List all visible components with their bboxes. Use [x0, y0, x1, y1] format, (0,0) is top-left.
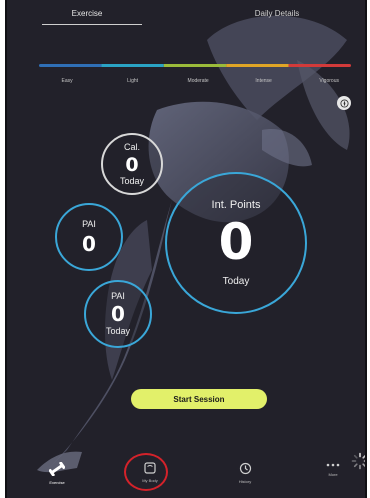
compass-glyph-icon	[339, 98, 349, 108]
intensity-label-light: Light	[127, 78, 139, 84]
intensity-segment-easy	[39, 64, 102, 67]
nav-label-history: History	[238, 479, 252, 484]
calories-value: 0	[125, 153, 139, 176]
pai-today-value: 0	[111, 302, 125, 326]
intensity-segment-vigorous	[288, 64, 351, 67]
calories-period: Today	[119, 175, 145, 186]
nav-item-history[interactable]: History	[215, 462, 275, 484]
int-points-title: Int. Points	[211, 198, 261, 211]
loading-spinner-icon	[351, 452, 365, 470]
int-points-circle: Int. Points 0 Today	[165, 172, 307, 314]
calories-title: Cal.	[123, 141, 140, 152]
pai-today-title: PAI	[111, 291, 125, 301]
history-clock-icon	[239, 462, 251, 475]
start-session-button[interactable]: Start Session	[131, 389, 267, 409]
intensity-label-moderate: Moderate	[187, 78, 209, 84]
tab-exercise[interactable]: Exercise	[37, 9, 137, 18]
nav-label-more: More	[328, 472, 338, 477]
intensity-segment-moderate	[163, 64, 227, 67]
intensity-scale-bar	[39, 64, 351, 67]
int-points-period: Today	[222, 275, 250, 287]
active-tab-indicator	[42, 24, 142, 25]
nav-item-exercise[interactable]: Exercise	[27, 462, 87, 485]
intensity-segment-intense	[226, 64, 289, 67]
pai-today-circle: PAI 0 Today	[84, 280, 152, 348]
intensity-label-vigorous: Vigorous	[319, 78, 339, 84]
pai-value: 0	[82, 232, 96, 256]
calories-today-circle: Cal. 0 Today	[101, 133, 163, 195]
compass-icon[interactable]	[337, 96, 351, 110]
top-tab-bar: Exercise Daily Details	[7, 0, 365, 28]
highlight-annotation-ring	[124, 453, 168, 491]
pai-circle: PAI 0	[55, 203, 123, 271]
intensity-segment-light	[101, 64, 164, 67]
pai-today-period: Today	[105, 326, 131, 336]
pai-title: PAI	[82, 219, 96, 229]
tab-daily-details[interactable]: Daily Details	[217, 9, 337, 18]
intensity-label-intense: Intense	[255, 78, 272, 84]
more-dots-icon	[326, 463, 340, 467]
int-points-value: 0	[218, 212, 254, 271]
intensity-label-easy: Easy	[61, 78, 73, 84]
app-screen: Exercise Daily Details Easy Light Modera…	[5, 0, 367, 498]
dumbbell-icon	[49, 462, 65, 476]
intensity-labels: Easy Light Moderate Intense Vigorous	[39, 78, 351, 88]
bottom-nav-bar: Exercise My Body History More	[7, 450, 365, 498]
nav-label-exercise: Exercise	[49, 480, 65, 485]
